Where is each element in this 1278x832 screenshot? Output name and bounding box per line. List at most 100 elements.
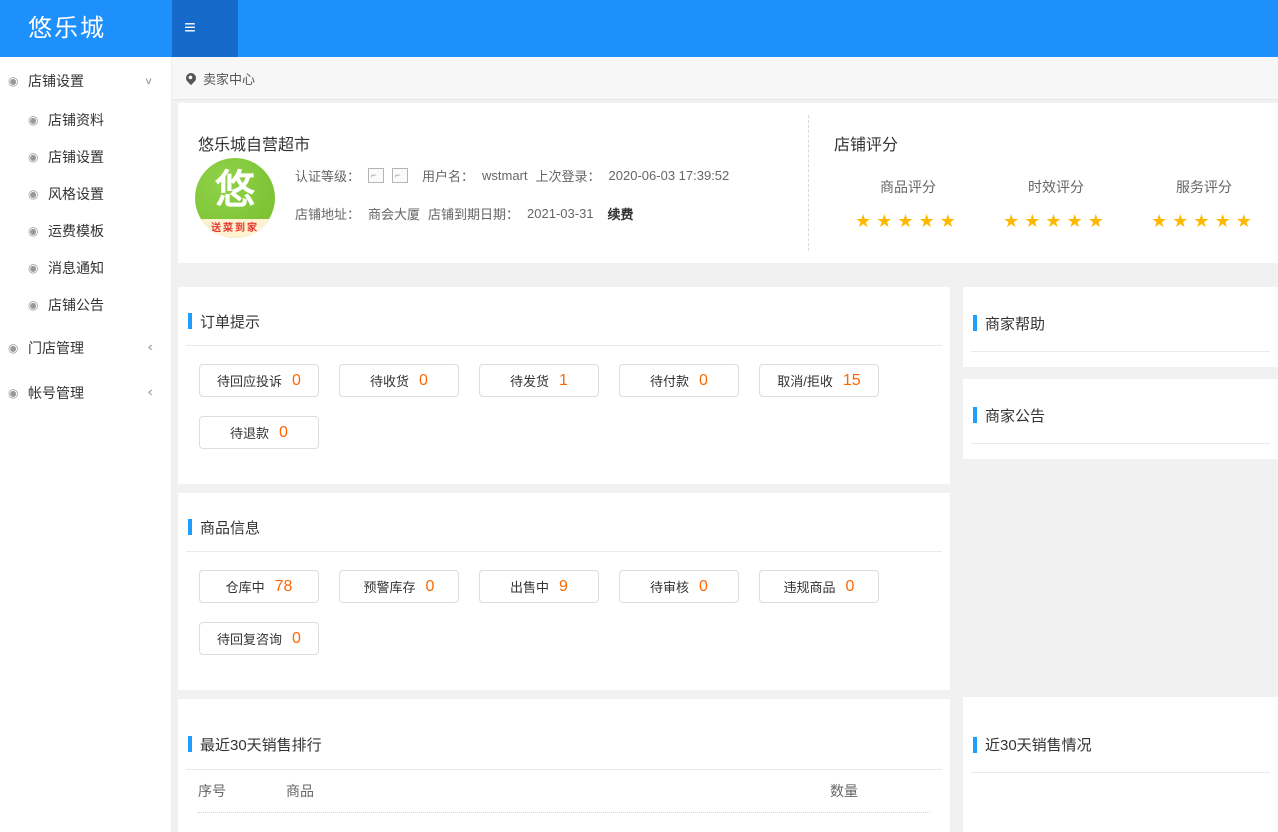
order-stat-button[interactable]: 待回应投诉 0: [199, 364, 319, 397]
breadcrumb-label: 卖家中心: [203, 69, 255, 88]
hamburger-icon: ≡: [184, 17, 196, 40]
nav-item[interactable]: [208, 0, 238, 57]
last-login-label: 上次登录：: [536, 166, 601, 185]
sales-ranking-panel: 最近30天销售排行 序号 商品 数量: [178, 699, 950, 832]
star-icon: ★: [1045, 211, 1066, 231]
sidebar-item-label: 门店管理: [28, 338, 84, 358]
sidebar-item[interactable]: ◉ 店铺公告: [0, 286, 171, 323]
sidebar-item-label: 店铺设置: [48, 147, 104, 167]
star-icon: ★: [1215, 211, 1236, 231]
sidebar-item[interactable]: ◉ 门店管理: [0, 328, 171, 368]
rating-stars: ★★★★★: [834, 211, 982, 232]
sidebar-item[interactable]: ◉ 运费模板: [0, 212, 171, 249]
star-icon: ★: [855, 211, 876, 231]
star-icon: ★: [1236, 211, 1257, 231]
goods-stat-button[interactable]: 待审核 0: [619, 570, 739, 603]
order-stat-button[interactable]: 待收货 0: [339, 364, 459, 397]
bullseye-icon: ◉: [28, 298, 42, 312]
section-accent-bar: [188, 519, 192, 535]
last-login-value: 2020-06-03 17:39:52: [609, 168, 730, 183]
store-name: 悠乐城自营超市: [198, 131, 310, 155]
rating-column: 服务评分 ★★★★★: [1130, 177, 1278, 232]
stat-count: 9: [559, 578, 568, 596]
star-icon: ★: [897, 211, 918, 231]
broken-image-icon: [392, 168, 408, 183]
order-stat-button[interactable]: 取消/拒收 15: [759, 364, 879, 397]
bullseye-icon: ◉: [8, 386, 22, 400]
star-icon: ★: [1172, 211, 1193, 231]
bullseye-icon: ◉: [28, 113, 42, 127]
dotted-divider: [198, 812, 930, 813]
stat-count: 1: [559, 372, 568, 390]
chevron-left-icon: [148, 341, 153, 355]
goods-stat-button[interactable]: 出售中 9: [479, 570, 599, 603]
section-header: 商家帮助: [971, 287, 1270, 352]
stat-count: 0: [699, 372, 708, 390]
section-header: 商品信息: [186, 493, 942, 552]
rating-label: 商品评分: [834, 177, 982, 197]
store-rating-title: 店铺评分: [834, 131, 1278, 155]
order-prompts-panel: 订单提示 待回应投诉 0 待收货 0 待发货 1 待付款 0 取消/拒收 15 …: [178, 287, 950, 484]
address-value: 商会大厦: [368, 204, 420, 223]
ranking-table-header: 序号 商品 数量: [178, 770, 950, 812]
stat-count: 0: [426, 578, 435, 596]
order-stat-button[interactable]: 待付款 0: [619, 364, 739, 397]
bullseye-icon: ◉: [28, 150, 42, 164]
sidebar-item[interactable]: ◉ 店铺资料: [0, 101, 171, 138]
star-icon: ★: [1151, 211, 1172, 231]
goods-stat-button[interactable]: 待回复咨询 0: [199, 622, 319, 655]
brand-logo[interactable]: 悠乐城: [0, 0, 172, 57]
nav-item[interactable]: [238, 0, 268, 57]
nav-item[interactable]: [268, 0, 298, 57]
store-logo-character: 悠: [195, 166, 275, 214]
nav-item[interactable]: [358, 0, 388, 57]
bullseye-icon: ◉: [8, 341, 22, 355]
bullseye-icon: ◉: [28, 261, 42, 275]
sidebar-item[interactable]: ◉ 风格设置: [0, 175, 171, 212]
menu-toggle-button[interactable]: ≡: [172, 0, 208, 57]
chevron-down-icon: [144, 75, 153, 86]
sidebar-item-label: 风格设置: [48, 184, 104, 204]
section-accent-bar: [188, 736, 192, 752]
stat-label: 出售中: [510, 577, 549, 596]
sidebar: ◉ 店铺设置 ◉ 店铺资料 ◉ 店铺设置 ◉ 风格设置 ◉ 运费模板 ◉ 消息通…: [0, 57, 172, 832]
cert-level-label: 认证等级：: [295, 166, 360, 185]
section-title: 订单提示: [200, 311, 260, 332]
sidebar-item[interactable]: ◉ 店铺设置: [0, 138, 171, 175]
nav-item[interactable]: [388, 0, 418, 57]
star-icon: ★: [1067, 211, 1088, 231]
store-logo: 悠 送菜到家: [195, 158, 275, 238]
sidebar-item-label: 消息通知: [48, 258, 104, 278]
section-title: 商家公告: [985, 405, 1045, 426]
stat-count: 15: [843, 372, 861, 390]
bullseye-icon: ◉: [28, 224, 42, 238]
sidebar-item[interactable]: ◉ 帐号管理: [0, 373, 171, 413]
column-header-product: 商品: [286, 781, 830, 801]
stat-count: 0: [699, 578, 708, 596]
address-label: 店铺地址：: [295, 204, 360, 223]
store-details-row-2: 店铺地址： 商会大厦 店铺到期日期： 2021-03-31 续费: [295, 203, 737, 223]
store-rating-section: 店铺评分 商品评分 ★★★★★ 时效评分 ★★★★★ 服务评分 ★★★★★: [810, 103, 1278, 263]
chevron-left-icon: [148, 386, 153, 400]
stat-count: 0: [292, 372, 301, 390]
order-stat-button[interactable]: 待发货 1: [479, 364, 599, 397]
sidebar-item[interactable]: ◉ 店铺设置: [0, 61, 171, 101]
sidebar-item-label: 帐号管理: [28, 383, 84, 403]
goods-stat-button[interactable]: 预警库存 0: [339, 570, 459, 603]
sidebar-item[interactable]: ◉ 消息通知: [0, 249, 171, 286]
sidebar-item-label: 店铺设置: [28, 71, 84, 91]
star-icon: ★: [940, 211, 961, 231]
nav-item[interactable]: [298, 0, 328, 57]
section-accent-bar: [973, 407, 977, 423]
star-icon: ★: [1003, 211, 1024, 231]
nav-item[interactable]: [328, 0, 358, 57]
goods-stat-button[interactable]: 违规商品 0: [759, 570, 879, 603]
order-stat-button[interactable]: 待退款 0: [199, 416, 319, 449]
section-header: 最近30天销售排行: [186, 699, 942, 770]
stat-label: 违规商品: [784, 577, 836, 596]
renew-link[interactable]: 续费: [608, 204, 634, 223]
goods-stat-button[interactable]: 仓库中 78: [199, 570, 319, 603]
star-icon: ★: [876, 211, 897, 231]
sales-situation-panel: 近30天销售情况: [963, 697, 1278, 832]
sidebar-item-label: 店铺资料: [48, 110, 104, 130]
